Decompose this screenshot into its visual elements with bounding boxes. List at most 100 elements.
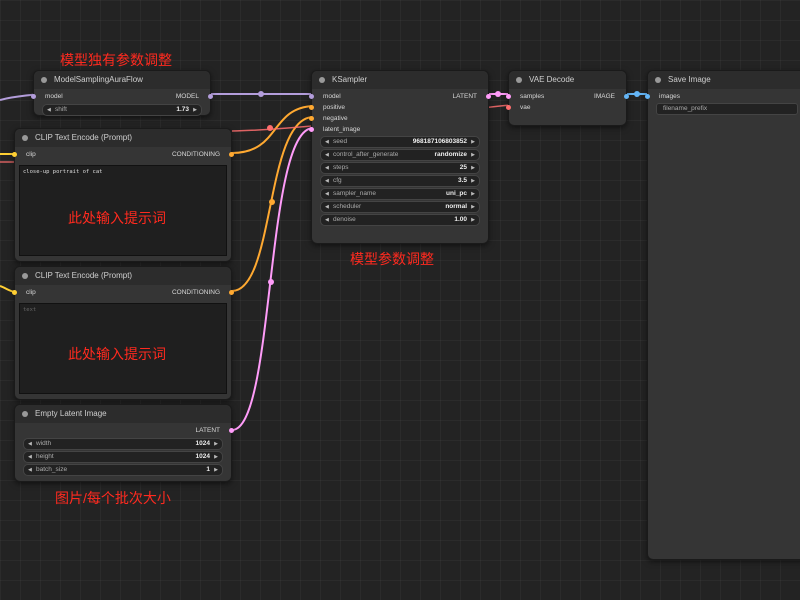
node-status-dot bbox=[655, 77, 661, 83]
output-port-model[interactable] bbox=[208, 94, 213, 99]
arrow-right-icon[interactable]: ▶ bbox=[471, 215, 475, 225]
node-title: KSampler bbox=[332, 75, 368, 84]
arrow-right-icon[interactable]: ▶ bbox=[471, 163, 475, 173]
widget-name: width bbox=[36, 440, 52, 447]
port-label: clip bbox=[26, 289, 36, 296]
widget-value: 1.73 bbox=[176, 106, 189, 113]
filename-prefix-widget[interactable]: filename_prefix bbox=[656, 103, 798, 115]
arrow-left-icon[interactable]: ◀ bbox=[325, 176, 329, 186]
node-header[interactable]: ModelSamplingAuraFlow bbox=[34, 71, 210, 89]
annotation-prompt-positive: 此处输入提示词 bbox=[68, 210, 166, 226]
node-empty-latent-image[interactable]: Empty Latent Image LATENT ◀ width 1024 ▶… bbox=[14, 404, 234, 482]
widget-value: randomize bbox=[434, 151, 467, 158]
arrow-left-icon[interactable]: ◀ bbox=[28, 452, 32, 462]
height-widget[interactable]: ◀ height 1024 ▶ bbox=[23, 451, 223, 463]
seed-widget[interactable]: ◀ seed 968187106803852 ▶ bbox=[320, 136, 480, 148]
arrow-right-icon[interactable]: ▶ bbox=[214, 465, 218, 475]
node-status-dot bbox=[41, 77, 47, 83]
node-title: ModelSamplingAuraFlow bbox=[54, 75, 143, 84]
node-header[interactable]: CLIP Text Encode (Prompt) bbox=[15, 129, 231, 147]
arrow-left-icon[interactable]: ◀ bbox=[28, 465, 32, 475]
arrow-left-icon[interactable]: ◀ bbox=[325, 189, 329, 199]
node-vae-decode[interactable]: VAE Decode samples IMAGE vae bbox=[506, 70, 629, 126]
output-port-latent[interactable] bbox=[486, 94, 491, 99]
denoise-widget[interactable]: ◀ denoise 1.00 ▶ bbox=[320, 214, 480, 226]
node-status-dot bbox=[22, 135, 28, 141]
node-header[interactable]: CLIP Text Encode (Prompt) bbox=[15, 267, 231, 285]
input-port-clip[interactable] bbox=[12, 290, 17, 295]
annotation-prompt-negative: 此处输入提示词 bbox=[68, 346, 166, 362]
node-title: Empty Latent Image bbox=[35, 409, 107, 418]
port-label: MODEL bbox=[175, 93, 199, 100]
widget-value: 25 bbox=[459, 164, 467, 171]
input-port-samples[interactable] bbox=[506, 94, 511, 99]
output-port-conditioning[interactable] bbox=[229, 152, 234, 157]
cfg-widget[interactable]: ◀ cfg 3.5 ▶ bbox=[320, 175, 480, 187]
input-port-vae[interactable] bbox=[506, 105, 511, 110]
port-label: IMAGE bbox=[594, 93, 615, 100]
port-label: LATENT bbox=[195, 427, 220, 434]
node-status-dot bbox=[22, 411, 28, 417]
arrow-right-icon[interactable]: ▶ bbox=[214, 439, 218, 449]
shift-widget[interactable]: ◀ shift 1.73 ▶ bbox=[42, 104, 202, 116]
arrow-left-icon[interactable]: ◀ bbox=[325, 202, 329, 212]
scheduler-widget[interactable]: ◀ scheduler normal ▶ bbox=[320, 201, 480, 213]
output-port-latent[interactable] bbox=[229, 428, 234, 433]
node-status-dot bbox=[22, 273, 28, 279]
node-ksampler[interactable]: KSampler model LATENT positive negative … bbox=[309, 70, 491, 244]
arrow-right-icon[interactable]: ▶ bbox=[471, 137, 475, 147]
node-clip-text-encode-positive[interactable]: CLIP Text Encode (Prompt) clip CONDITION… bbox=[12, 128, 234, 262]
output-port-conditioning[interactable] bbox=[229, 290, 234, 295]
output-port-image[interactable] bbox=[624, 94, 629, 99]
widget-name: denoise bbox=[333, 216, 356, 223]
node-header[interactable]: KSampler bbox=[312, 71, 488, 89]
node-header[interactable]: Save Image bbox=[648, 71, 800, 89]
arrow-left-icon[interactable]: ◀ bbox=[28, 439, 32, 449]
widget-value: normal bbox=[445, 203, 467, 210]
wire-latent bbox=[231, 127, 314, 431]
node-model-sampling[interactable]: ModelSamplingAuraFlow model MODEL ◀ shif… bbox=[31, 70, 213, 116]
arrow-right-icon[interactable]: ▶ bbox=[193, 105, 197, 115]
port-label: model bbox=[323, 93, 341, 100]
wire-latent-decode-midpoint bbox=[495, 91, 501, 97]
input-port-positive[interactable] bbox=[309, 105, 314, 110]
input-port-images[interactable] bbox=[645, 94, 650, 99]
node-header[interactable]: VAE Decode bbox=[509, 71, 626, 89]
port-label: latent_image bbox=[323, 126, 361, 133]
arrow-left-icon[interactable]: ◀ bbox=[325, 215, 329, 225]
annotation-ksampler: 模型参数调整 bbox=[350, 251, 434, 267]
arrow-left-icon[interactable]: ◀ bbox=[325, 150, 329, 160]
input-port-latent-image[interactable] bbox=[309, 127, 314, 132]
arrow-right-icon[interactable]: ▶ bbox=[214, 452, 218, 462]
input-port-model[interactable] bbox=[309, 94, 314, 99]
node-header[interactable]: Empty Latent Image bbox=[15, 405, 231, 423]
arrow-left-icon[interactable]: ◀ bbox=[325, 163, 329, 173]
annotation-model-sampling: 模型独有参数调整 bbox=[60, 52, 172, 68]
input-port-clip[interactable] bbox=[12, 152, 17, 157]
batch-size-widget[interactable]: ◀ batch_size 1 ▶ bbox=[23, 464, 223, 476]
annotation-latent-size: 图片/每个批次大小 bbox=[55, 490, 171, 506]
widget-value: 1 bbox=[206, 466, 210, 473]
arrow-left-icon[interactable]: ◀ bbox=[325, 137, 329, 147]
widget-value: 968187106803852 bbox=[412, 138, 467, 145]
control-after-generate-widget[interactable]: ◀ control_after_generate randomize ▶ bbox=[320, 149, 480, 161]
arrow-right-icon[interactable]: ▶ bbox=[471, 189, 475, 199]
width-widget[interactable]: ◀ width 1024 ▶ bbox=[23, 438, 223, 450]
node-clip-text-encode-negative[interactable]: CLIP Text Encode (Prompt) clip CONDITION… bbox=[12, 266, 234, 400]
sampler-name-widget[interactable]: ◀ sampler_name uni_pc ▶ bbox=[320, 188, 480, 200]
widget-value: 1024 bbox=[195, 453, 210, 460]
node-status-dot bbox=[516, 77, 522, 83]
widget-value: 1.00 bbox=[454, 216, 467, 223]
arrow-left-icon[interactable]: ◀ bbox=[47, 105, 51, 115]
widget-name: height bbox=[36, 453, 54, 460]
node-save-image[interactable]: Save Image images filename_prefix bbox=[645, 70, 800, 560]
widget-name: scheduler bbox=[333, 203, 362, 210]
arrow-right-icon[interactable]: ▶ bbox=[471, 202, 475, 212]
arrow-right-icon[interactable]: ▶ bbox=[471, 176, 475, 186]
steps-widget[interactable]: ◀ steps 25 ▶ bbox=[320, 162, 480, 174]
arrow-right-icon[interactable]: ▶ bbox=[471, 150, 475, 160]
widget-name: filename_prefix bbox=[663, 105, 708, 112]
input-port-negative[interactable] bbox=[309, 116, 314, 121]
widget-name: control_after_generate bbox=[333, 151, 399, 158]
input-port-model[interactable] bbox=[31, 94, 36, 99]
